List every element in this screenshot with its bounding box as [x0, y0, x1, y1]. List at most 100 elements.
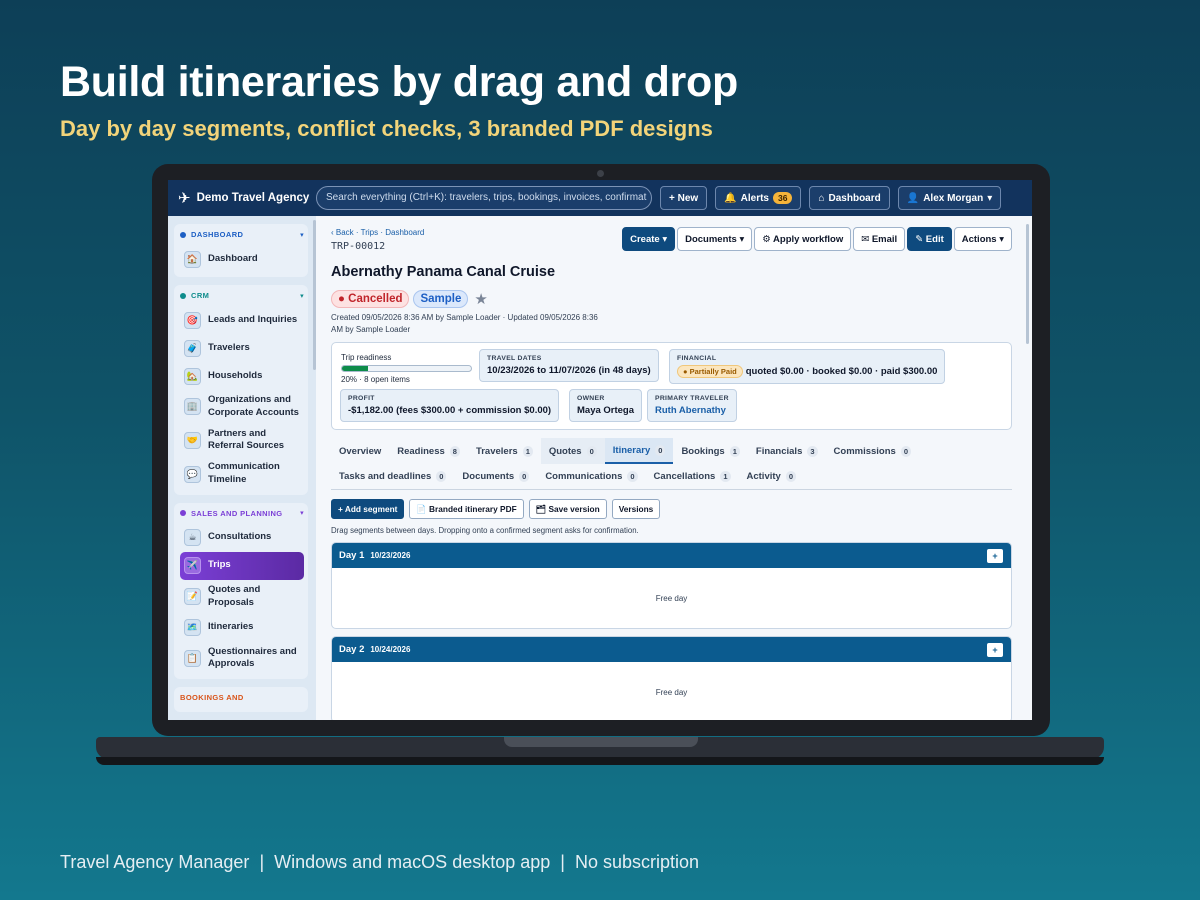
documents-button[interactable]: Documents ▾	[677, 227, 753, 251]
airplane-icon: ✈️	[184, 557, 201, 575]
top-bar: ✈ Demo Travel Agency Search everything (…	[168, 180, 1032, 216]
versions-button[interactable]: Versions	[611, 499, 661, 519]
sidebar-item-label: Leads and Inquiries	[208, 313, 298, 325]
sidebar-section-header[interactable]: BOOKINGS AND	[180, 693, 304, 702]
tab-financials[interactable]: Financials 3	[748, 438, 826, 464]
tab-documents[interactable]: Documents 0	[454, 464, 537, 490]
sidebar-item-itineraries[interactable]: 🗺️ Itineraries	[180, 614, 304, 642]
financial-value: ● Partially Paid quoted $0.00 · booked $0…	[677, 365, 937, 378]
save-version-button[interactable]: 🗂 Save version	[528, 499, 607, 519]
search-input[interactable]: Search everything (Ctrl+K): travelers, t…	[316, 186, 652, 210]
dashboard-button[interactable]: ⌂ Dashboard	[809, 186, 890, 210]
financial-text: quoted $0.00 · booked $0.00 · paid $300.…	[745, 366, 938, 377]
tab-readiness[interactable]: Readiness 8	[389, 438, 468, 464]
trip-meta: Created 09/05/2026 8:36 AM by Sample Loa…	[331, 313, 598, 334]
status-badge: ● Cancelled	[331, 290, 410, 308]
actions-menu-button[interactable]: Actions ▾	[953, 227, 1012, 251]
footer-item: Travel Agency Manager	[60, 852, 250, 872]
main-scrollbar[interactable]	[1026, 224, 1029, 344]
branded-pdf-button[interactable]: 📄 Branded itinerary PDF	[409, 499, 524, 519]
sidebar-item-consultations[interactable]: ☕ Consultations	[180, 524, 304, 552]
new-button[interactable]: + New	[660, 186, 708, 210]
sidebar-item-quotes-and-proposals[interactable]: 📝 Quotes and Proposals	[180, 580, 304, 614]
tab-label: Overview	[339, 445, 382, 457]
brand[interactable]: ✈ Demo Travel Agency	[178, 189, 316, 207]
tab-tasks-and-deadlines[interactable]: Tasks and deadlines 0	[331, 464, 454, 490]
footer-item: No subscription	[574, 852, 700, 872]
tab-activity[interactable]: Activity 0	[739, 464, 805, 490]
sidebar-item-label: Dashboard	[208, 252, 258, 264]
edit-button[interactable]: ✎ Edit	[907, 227, 952, 251]
chevron-down-icon: ▾	[300, 231, 304, 239]
tab-label: Documents	[462, 471, 515, 482]
email-button[interactable]: ✉ Email	[853, 227, 906, 251]
sidebar-item-travelers[interactable]: 🧳 Travelers	[180, 334, 304, 362]
financial-label: FINANCIAL	[677, 355, 717, 362]
app-window: ✈ Demo Travel Agency Search everything (…	[168, 180, 1032, 720]
day-drop-zone[interactable]: Free day	[332, 662, 1011, 720]
add-segment-button[interactable]: + Add segment	[331, 499, 405, 519]
sidebar-item-trips[interactable]: ✈️ Trips	[180, 551, 304, 580]
add-segment-to-day-button[interactable]: +	[987, 548, 1003, 563]
create-button[interactable]: Create ▾	[622, 227, 676, 251]
page-title: Abernathy Panama Canal Cruise	[331, 264, 556, 280]
tab-count-badge: 0	[436, 471, 447, 482]
sidebar: DASHBOARD ▾ 🏠 Dashboard CRM ▾ 🎯 Leads and Inqui…	[168, 216, 316, 720]
sidebar-section: SALES AND PLANNING ▾ ☕ Consultations ✈️ Trips…	[174, 502, 308, 680]
sidebar-section-header[interactable]: SALES AND PLANNING ▾	[180, 509, 304, 518]
sidebar-scrollbar[interactable]	[313, 220, 316, 370]
tab-quotes[interactable]: Quotes 0	[540, 438, 605, 464]
sidebar-section-header[interactable]: DASHBOARD ▾	[180, 230, 304, 239]
sidebar-item-questionnaires-and-approvals[interactable]: 📋 Questionnaires and Approvals	[180, 642, 304, 676]
drag-hint: Drag segments between days. Dropping ont…	[331, 526, 639, 535]
itinerary-toolbar: + Add segment 📄 Branded itinerary PDF 🗂 …	[331, 499, 1010, 519]
dashboard-label: Dashboard	[828, 192, 881, 204]
sidebar-item-dashboard[interactable]: 🏠 Dashboard	[180, 245, 304, 273]
sidebar-item-organizations-and-corporate-accounts[interactable]: 🏢 Organizations and Corporate Accounts	[180, 390, 304, 424]
tab-cancellations[interactable]: Cancellations 1	[646, 464, 739, 490]
tab-row: Tasks and deadlines 0 Documents 0 Communicat…	[331, 464, 1012, 490]
user-menu-button[interactable]: 👤 Alex Morgan ▾	[897, 186, 1002, 210]
section-dot-icon	[180, 292, 186, 299]
section-title: CRM	[191, 291, 210, 300]
sidebar-item-label: Communication Timeline	[208, 461, 280, 486]
sidebar-section: BOOKINGS AND	[174, 687, 308, 713]
tab-bookings[interactable]: Bookings 1	[673, 438, 747, 464]
tab-count-badge: 1	[729, 445, 740, 457]
apply-workflow-button[interactable]: ⚙ Apply workflow	[754, 227, 852, 251]
alerts-label: Alerts	[740, 192, 769, 204]
sidebar-section-header[interactable]: CRM ▾	[180, 291, 304, 300]
building-icon: 🏢	[184, 398, 201, 416]
sidebar-item-communication-timeline[interactable]: 💬 Communication Timeline	[180, 457, 304, 491]
tab-itinerary[interactable]: Itinerary 0	[604, 438, 674, 464]
trip-summary-panel: Trip readiness 20% · 8 open items TRAVEL…	[331, 342, 1012, 430]
alerts-button[interactable]: 🔔 Alerts 36	[715, 186, 802, 210]
tab-travelers[interactable]: Travelers 1	[468, 438, 541, 464]
day-drop-zone[interactable]: Free day	[332, 568, 1011, 628]
tab-label: Cancellations	[653, 471, 716, 482]
day-name: Day 2	[339, 644, 365, 655]
tab-overview[interactable]: Overview	[331, 438, 389, 464]
tab-commissions[interactable]: Commissions 0	[826, 438, 919, 464]
sidebar-item-partners-and-referral-sources[interactable]: 🤝 Partners and Referral Sources	[180, 424, 304, 458]
status-text: Cancelled	[348, 293, 403, 305]
profit-label: PROFIT	[348, 395, 375, 402]
sidebar-item-leads-and-inquiries[interactable]: 🎯 Leads and Inquiries	[180, 306, 304, 334]
section-dot-icon	[180, 231, 186, 238]
action-toolbar: Create ▾ Documents ▾ ⚙ Apply workflow ✉ …	[622, 227, 1012, 251]
sidebar-item-households[interactable]: 🏡 Households	[180, 362, 304, 390]
primary-traveler-link[interactable]: Ruth Abernathy	[655, 405, 729, 416]
luggage-icon: 🧳	[184, 339, 201, 357]
tab-communications[interactable]: Communications 0	[537, 464, 645, 490]
section-dot-icon	[180, 510, 186, 517]
chevron-down-icon: ▾	[300, 292, 304, 300]
trip-tabs: Overview Readiness 8 Travelers 1 Quotes 0 Itine…	[331, 438, 1012, 490]
sidebar-section: DASHBOARD ▾ 🏠 Dashboard	[174, 224, 308, 277]
readiness-progress-fill	[342, 366, 368, 371]
laptop-notch	[504, 737, 698, 747]
tab-count-badge: 1	[522, 445, 533, 457]
add-segment-to-day-button[interactable]: +	[987, 642, 1003, 657]
star-icon[interactable]: ★	[474, 290, 487, 308]
primary-traveler-card[interactable]: PRIMARY TRAVELER Ruth Abernathy	[647, 389, 737, 422]
tab-count-badge: 0	[627, 471, 638, 482]
